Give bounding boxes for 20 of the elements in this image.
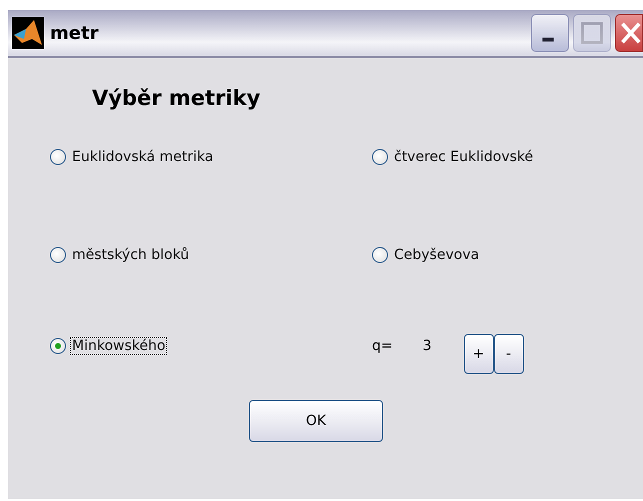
- step-button[interactable]: -: [494, 334, 524, 374]
- radio-label[interactable]: Cebyševova: [392, 246, 482, 264]
- q-label: q=: [372, 338, 393, 354]
- radio-label[interactable]: čtverec Euklidovské: [392, 148, 536, 166]
- radio-button[interactable]: [50, 338, 66, 354]
- step-button[interactable]: +: [464, 334, 494, 374]
- heading: Výběr metriky: [92, 86, 262, 112]
- radio-label[interactable]: Minkowského: [70, 337, 168, 355]
- radio-label[interactable]: Euklidovská metrika: [70, 148, 216, 166]
- radio-button[interactable]: [372, 149, 388, 165]
- q-value: 3: [422, 338, 432, 354]
- window-title: metr: [50, 22, 100, 44]
- radio-button[interactable]: [372, 247, 388, 263]
- minimize-icon[interactable]: [531, 14, 569, 52]
- app-icon: [12, 17, 44, 49]
- radio-label[interactable]: městských bloků: [70, 246, 192, 264]
- close-icon[interactable]: [615, 14, 643, 52]
- radio-button[interactable]: [50, 247, 66, 263]
- ok-button[interactable]: OK: [249, 400, 383, 442]
- radio-button[interactable]: [50, 149, 66, 165]
